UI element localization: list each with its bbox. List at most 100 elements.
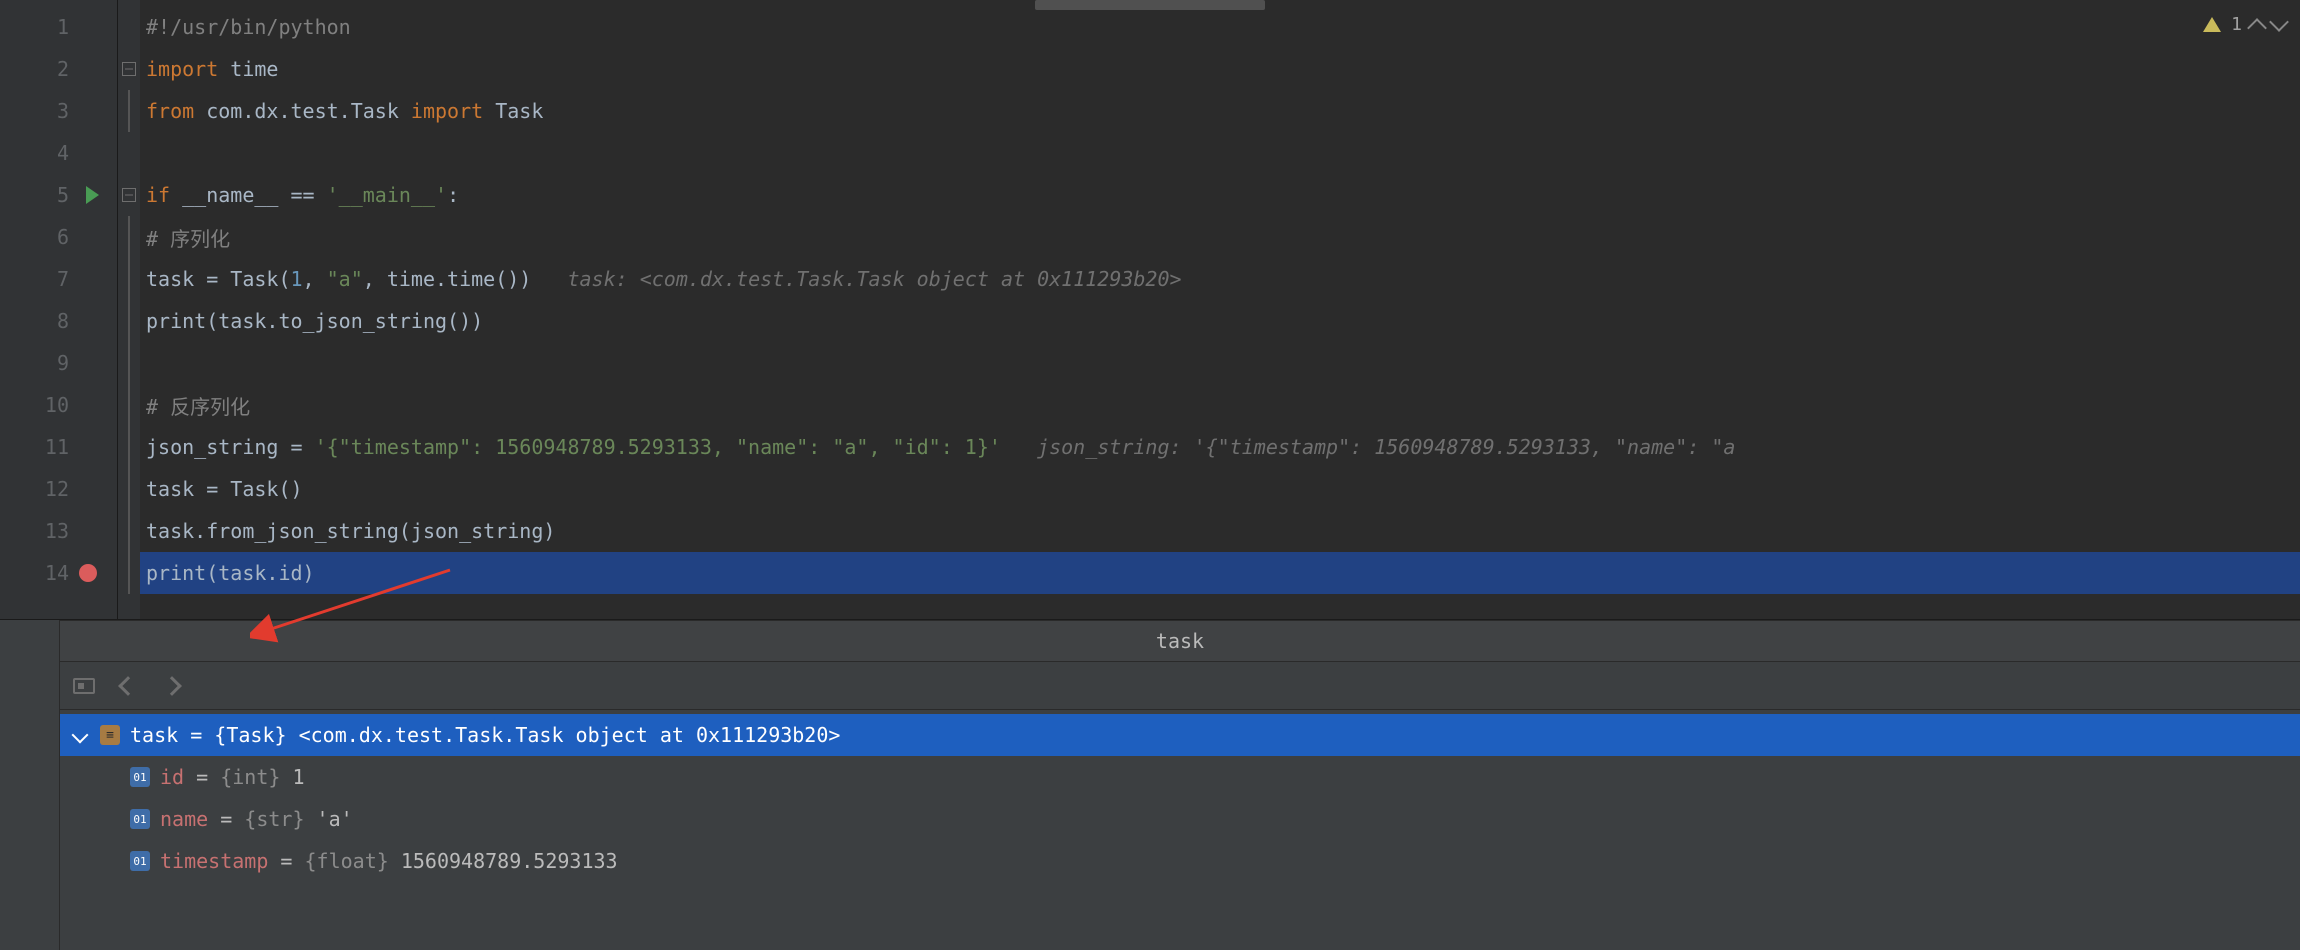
code-line[interactable]: #!/usr/bin/python (140, 6, 2300, 48)
code-line[interactable] (140, 132, 2300, 174)
editor-area: 1 2 3 4 5 6 7 8 9 10 11 12 13 14 (0, 0, 2300, 620)
code-line[interactable]: task = Task(1, "a", time.time()) task: <… (140, 258, 2300, 300)
expr: __name__ == (170, 183, 327, 207)
comment: # 序列化 (146, 223, 230, 252)
fold-cell[interactable] (118, 48, 140, 90)
fold-collapse-icon[interactable] (122, 188, 136, 202)
nav-back-icon[interactable] (116, 674, 140, 698)
package-path: com.dx.test.Task (194, 99, 411, 123)
fold-cell (118, 384, 140, 426)
number-literal: 1 (291, 267, 303, 291)
prev-problem-icon[interactable] (2247, 18, 2267, 38)
gutter-line[interactable]: 7 (0, 258, 117, 300)
attr-label: timestamp = {float} 1560948789.5293133 (160, 849, 618, 873)
fold-cell (118, 132, 140, 174)
line-number: 12 (45, 477, 69, 501)
variables-tree[interactable]: ≡ task = {Task} <com.dx.test.Task.Task o… (60, 710, 2300, 950)
string-literal: '{"timestamp": 1560948789.5293133, "name… (315, 435, 1001, 459)
line-number: 7 (57, 267, 69, 291)
gutter-line[interactable]: 9 (0, 342, 117, 384)
gutter-line[interactable]: 11 (0, 426, 117, 468)
fold-guide (128, 510, 130, 552)
field-badge-icon: 01 (130, 851, 150, 871)
variable-row-id[interactable]: 01 id = {int} 1 (60, 756, 2300, 798)
code-line[interactable]: # 反序列化 (140, 384, 2300, 426)
string-literal: '__main__' (327, 183, 447, 207)
comment: # 反序列化 (146, 391, 250, 420)
breakpoint-icon[interactable] (79, 564, 97, 582)
fold-cell (118, 6, 140, 48)
code-line[interactable]: # 序列化 (140, 216, 2300, 258)
gutter-line[interactable]: 3 (0, 90, 117, 132)
gutter-line[interactable]: 14 (0, 552, 117, 594)
gutter-line[interactable]: 13 (0, 510, 117, 552)
debug-toolbar (60, 662, 2300, 710)
line-number: 1 (57, 15, 69, 39)
gutter-line[interactable]: 8 (0, 300, 117, 342)
debug-header: task (60, 620, 2300, 662)
gutter-line[interactable]: 10 (0, 384, 117, 426)
fold-cell[interactable] (118, 174, 140, 216)
new-watch-icon[interactable] (72, 674, 96, 698)
nav-forward-icon[interactable] (160, 674, 184, 698)
fold-column (118, 0, 140, 619)
code-line[interactable]: from com.dx.test.Task import Task (140, 90, 2300, 132)
fold-cell (118, 426, 140, 468)
keyword-from: from (146, 99, 194, 123)
builtin-print: print (146, 561, 206, 585)
tool-window-stripe[interactable] (0, 620, 60, 950)
fold-cell (118, 342, 140, 384)
fold-guide (128, 90, 130, 132)
next-problem-icon[interactable] (2269, 12, 2289, 32)
variable-row-task[interactable]: ≡ task = {Task} <com.dx.test.Task.Task o… (60, 714, 2300, 756)
gutter-line[interactable]: 1 (0, 6, 117, 48)
variable-row-name[interactable]: 01 name = {str} 'a' (60, 798, 2300, 840)
line-number: 10 (45, 393, 69, 417)
fold-guide (128, 216, 130, 258)
fold-guide (128, 342, 130, 384)
warning-count: 1 (2231, 14, 2242, 35)
code-line[interactable]: import time (140, 48, 2300, 90)
code-line[interactable]: task = Task() (140, 468, 2300, 510)
warning-icon[interactable] (2203, 17, 2221, 32)
gutter-line[interactable]: 6 (0, 216, 117, 258)
expand-icon[interactable] (72, 727, 89, 744)
fold-cell (118, 510, 140, 552)
fold-guide (128, 258, 130, 300)
line-number: 8 (57, 309, 69, 333)
code-line[interactable]: task.from_json_string(json_string) (140, 510, 2300, 552)
debug-panel: task ≡ task = {Task} <com.dx.test.Task.T… (60, 620, 2300, 950)
gutter-line[interactable]: 5 (0, 174, 117, 216)
line-number: 4 (57, 141, 69, 165)
inspection-widget[interactable]: 1 (2203, 14, 2286, 35)
code-line[interactable]: print(task.to_json_string()) (140, 300, 2300, 342)
fold-cell (118, 468, 140, 510)
line-number: 13 (45, 519, 69, 543)
code-line-current[interactable]: print(task.id) (140, 552, 2300, 594)
colon: : (447, 183, 459, 207)
code-fragment: , time.time()) (363, 267, 532, 291)
code-fragment: print(task.to_json_string()) (146, 309, 483, 333)
code-line[interactable]: if __name__ == '__main__': (140, 174, 2300, 216)
fold-cell (118, 552, 140, 594)
gutter-line[interactable]: 4 (0, 132, 117, 174)
code-fragment: task = Task( (146, 267, 291, 291)
run-line-icon[interactable] (86, 186, 99, 204)
line-number: 9 (57, 351, 69, 375)
fold-collapse-icon[interactable] (122, 62, 136, 76)
variable-row-timestamp[interactable]: 01 timestamp = {float} 1560948789.529313… (60, 840, 2300, 882)
string-literal: "a" (327, 267, 363, 291)
code-line[interactable]: json_string = '{"timestamp": 1560948789.… (140, 426, 2300, 468)
fold-guide (128, 552, 130, 594)
code-area[interactable]: #!/usr/bin/python import time from com.d… (140, 0, 2300, 619)
shebang: #!/usr/bin/python (146, 15, 351, 39)
code-fragment: task.from_json_string(json_string) (146, 519, 555, 543)
gutter[interactable]: 1 2 3 4 5 6 7 8 9 10 11 12 13 14 (0, 0, 118, 619)
code-fragment: , (303, 267, 327, 291)
gutter-line[interactable]: 2 (0, 48, 117, 90)
gutter-line[interactable]: 12 (0, 468, 117, 510)
code-fragment: (task.id) (206, 561, 314, 585)
code-line[interactable] (140, 342, 2300, 384)
line-number: 3 (57, 99, 69, 123)
fold-guide (128, 468, 130, 510)
